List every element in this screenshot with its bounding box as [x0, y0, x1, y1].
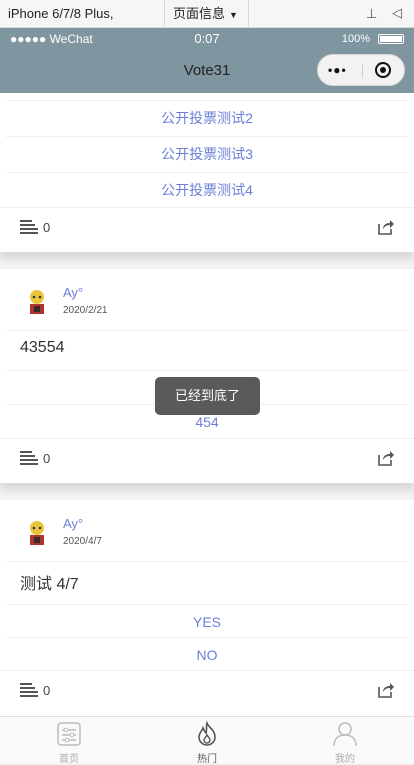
- device-selector[interactable]: iPhone 6/7/8 Plus, WiFi▼: [0, 0, 165, 48]
- username[interactable]: Ay°: [63, 516, 83, 531]
- status-bar: ●●●●● WeChat 0:07 100%: [0, 28, 414, 50]
- poll-option[interactable]: YES: [6, 604, 408, 638]
- post-date: 2020/2/21: [63, 305, 108, 316]
- stats-icon: [20, 683, 38, 697]
- poll-option[interactable]: 公开投票测试4: [6, 172, 408, 206]
- poll-question: 测试 4/7: [20, 576, 79, 593]
- poll-card: 公开投票测试2 公开投票测试3 公开投票测试4 0: [0, 93, 414, 252]
- poll-card: Ay° 2020/2/21 43554 132 454 0: [0, 269, 414, 483]
- flame-icon: [198, 721, 216, 746]
- vote-count: 0: [43, 451, 51, 466]
- poll-header: Ay° 2020/2/21: [0, 269, 414, 329]
- vote-count: 0: [43, 683, 51, 698]
- chevron-down-icon: ▼: [229, 10, 238, 20]
- avatar[interactable]: [25, 520, 49, 546]
- poll-header: Ay° 2020/4/7: [0, 500, 414, 560]
- avatar[interactable]: [25, 289, 49, 315]
- share-icon[interactable]: [376, 681, 394, 699]
- poll-option[interactable]: 公开投票测试2: [6, 100, 408, 134]
- vote-count: 0: [43, 220, 51, 235]
- divider: [6, 330, 408, 331]
- target-icon[interactable]: [375, 62, 391, 78]
- capsule-divider: [362, 63, 363, 78]
- tab-hot[interactable]: 热门: [167, 717, 247, 765]
- share-icon[interactable]: [376, 449, 394, 467]
- post-date: 2020/4/7: [63, 536, 102, 547]
- devtools-bar: iPhone 6/7/8 Plus, WiFi▼ 页面信息▼ ⊥ ◁: [0, 0, 414, 48]
- share-icon[interactable]: [376, 218, 394, 236]
- stats-icon: [20, 220, 38, 234]
- poll-option[interactable]: NO: [6, 637, 408, 671]
- battery-icon: [378, 34, 404, 44]
- menu-capsule: •●•: [317, 54, 405, 86]
- tab-bar: 首页 热门 我的: [0, 716, 414, 765]
- poll-card: Ay° 2020/4/7 测试 4/7 YES NO 0: [0, 500, 414, 716]
- page-info-selector[interactable]: 页面信息 ▼: [165, 0, 249, 27]
- poll-footer: 0: [0, 670, 414, 710]
- poll-footer: 0: [0, 207, 414, 247]
- page-info-label: 页面信息: [173, 6, 226, 21]
- tab-mine[interactable]: 我的: [305, 717, 385, 765]
- pin-icon[interactable]: ⊥: [366, 6, 377, 22]
- divider: [6, 561, 408, 562]
- poll-option[interactable]: 公开投票测试3: [6, 136, 408, 170]
- more-icon[interactable]: •●•: [328, 63, 347, 77]
- tab-home[interactable]: 首页: [29, 717, 109, 765]
- navigation-bar: Vote31 •●•: [0, 50, 414, 93]
- battery-percent: 100%: [341, 33, 370, 45]
- volume-icon[interactable]: ◁: [392, 5, 402, 21]
- stats-icon: [20, 451, 38, 465]
- person-icon: [333, 722, 357, 747]
- home-list-icon: [57, 722, 81, 746]
- poll-question: 43554: [20, 339, 65, 356]
- toast-message: 已经到底了: [155, 377, 260, 415]
- poll-footer: 0: [0, 438, 414, 478]
- username[interactable]: Ay°: [63, 285, 83, 300]
